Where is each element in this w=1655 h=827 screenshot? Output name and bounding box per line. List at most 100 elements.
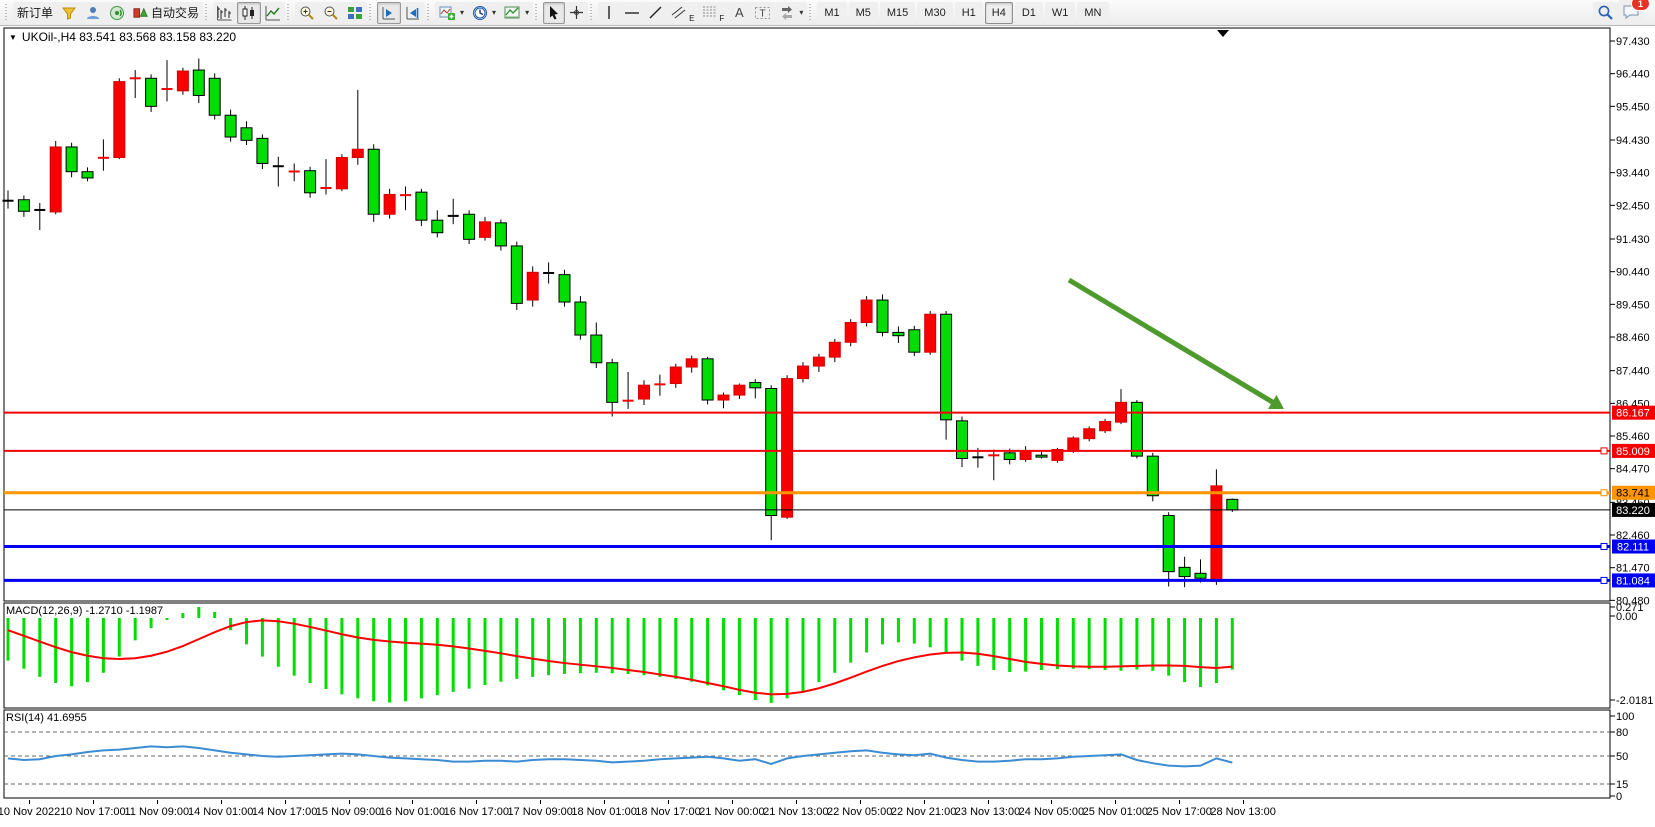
price-tick-label: 89.450	[1616, 299, 1650, 311]
fibonacci-tool[interactable]: F	[698, 2, 728, 24]
price-tick-label: 85.460	[1616, 431, 1650, 443]
time-label: 22 Nov 21:00	[891, 806, 956, 818]
candle-body	[575, 302, 586, 335]
text-tool[interactable]: A	[728, 2, 750, 24]
timeframe-M5[interactable]: M5	[849, 2, 878, 24]
candle-body	[925, 314, 936, 352]
candle-body	[368, 149, 379, 214]
equidistant-channel-tool[interactable]: E	[667, 2, 698, 24]
autotrade-button[interactable]: 自动交易	[129, 2, 203, 24]
shapes-tool[interactable]: ▾	[775, 2, 807, 24]
toolbar-grip	[535, 4, 539, 22]
toolbar-grip	[427, 4, 431, 22]
candle-body	[480, 222, 491, 238]
profile-icon[interactable]	[81, 2, 105, 24]
line-handle[interactable]	[1601, 448, 1607, 454]
new-order-button[interactable]: 新订单	[13, 2, 57, 24]
time-axis[interactable]: 10 Nov 202210 Nov 17:0011 Nov 09:0014 No…	[0, 800, 1655, 827]
line-chart-icon[interactable]	[261, 2, 285, 24]
time-tick	[1243, 800, 1244, 804]
time-tick	[796, 800, 797, 804]
main-panel	[4, 28, 1610, 601]
symbol-dropdown-icon[interactable]: ▼	[9, 33, 17, 42]
time-label: 11 Nov 09:00	[124, 806, 189, 818]
zoom-in-icon[interactable]	[295, 2, 319, 24]
time-label: 14 Nov 17:00	[252, 806, 317, 818]
candle-body	[1163, 516, 1174, 572]
periods-icon[interactable]: ▾	[468, 2, 500, 24]
candle-body	[495, 223, 506, 246]
bar-chart-icon[interactable]	[213, 2, 237, 24]
chevron-down-icon: ▾	[525, 8, 529, 17]
horizontal-line-tool[interactable]	[620, 2, 644, 24]
toolbar: 新订单 自动交易 ▾ ▾	[0, 0, 1655, 26]
rsi-tick-label: 80	[1616, 727, 1628, 739]
candle-body	[750, 383, 761, 388]
time-label: 25 Nov 17:00	[1146, 806, 1211, 818]
zoom-out-icon[interactable]	[319, 2, 343, 24]
line-handle[interactable]	[1601, 490, 1607, 496]
candle-body	[146, 78, 157, 106]
line-handle[interactable]	[1601, 544, 1607, 550]
tile-windows-icon[interactable]	[343, 2, 367, 24]
signals-icon-glyph	[109, 5, 125, 21]
vertical-line-tool[interactable]	[598, 2, 620, 24]
rsi-tick-label: 50	[1616, 751, 1628, 763]
timeframe-M15[interactable]: M15	[880, 2, 915, 24]
timeframe-MN[interactable]: MN	[1077, 2, 1108, 24]
chart-shift-icon[interactable]	[401, 2, 425, 24]
candle-body	[114, 82, 125, 158]
chart-window: 97.43096.44095.45094.43093.44092.45091.4…	[0, 26, 1655, 827]
signals-icon[interactable]	[105, 2, 129, 24]
price-tick-label: 93.440	[1616, 168, 1650, 180]
candle-body	[1227, 499, 1238, 510]
time-tick	[476, 800, 477, 804]
time-tick	[540, 800, 541, 804]
candle-body	[193, 70, 204, 95]
candle-body	[861, 300, 872, 322]
chart-canvas[interactable]: 97.43096.44095.45094.43093.44092.45091.4…	[0, 26, 1655, 827]
timeframe-M30[interactable]: M30	[917, 2, 952, 24]
trendline-tool[interactable]	[644, 2, 667, 24]
time-tick	[860, 800, 861, 804]
notification-badge[interactable]: 1	[1631, 0, 1650, 11]
macd-label: MACD(12,26,9) -1.2710 -1.1987	[6, 605, 163, 617]
timeframe-W1[interactable]: W1	[1045, 2, 1076, 24]
price-tick-label: 87.440	[1616, 366, 1650, 378]
candlestick-chart-icon[interactable]	[237, 2, 261, 24]
line-handle[interactable]	[1601, 577, 1607, 583]
candle-body	[209, 78, 220, 115]
time-label: 10 Nov 2022	[0, 806, 60, 818]
cursor-tool[interactable]	[543, 2, 565, 24]
search-icon[interactable]	[1593, 2, 1618, 24]
price-tick-label: 92.450	[1616, 200, 1650, 212]
chevron-down-icon: ▾	[492, 8, 496, 17]
indicators-icon[interactable]: ▾	[435, 2, 468, 24]
candle-body	[718, 395, 729, 400]
candle-body	[1100, 421, 1111, 430]
crosshair-tool[interactable]	[565, 2, 588, 24]
svg-text:T: T	[760, 8, 766, 19]
candle-body	[798, 366, 809, 379]
time-tick	[924, 800, 925, 804]
candle-body	[1179, 567, 1190, 576]
templates-icon[interactable]: ▾	[500, 2, 533, 24]
time-label: 28 Nov 13:00	[1210, 806, 1275, 818]
market-icon[interactable]	[57, 2, 81, 24]
price-line-label: 85.009	[1616, 446, 1650, 458]
autoscroll-icon[interactable]	[377, 2, 401, 24]
timeframe-H1[interactable]: H1	[955, 2, 983, 24]
channel-letter: E	[689, 14, 694, 23]
price-tick-label: 90.440	[1616, 267, 1650, 279]
time-tick	[1115, 800, 1116, 804]
time-tick	[988, 800, 989, 804]
text-label-tool[interactable]: T	[750, 2, 775, 24]
candle-body	[766, 388, 777, 515]
time-tick	[412, 800, 413, 804]
timeframe-H4[interactable]: H4	[985, 2, 1013, 24]
timeframe-D1[interactable]: D1	[1015, 2, 1043, 24]
candle-body	[225, 115, 236, 137]
market-icon-glyph	[61, 5, 77, 21]
timeframe-M1[interactable]: M1	[817, 2, 846, 24]
toolbar-grip	[590, 4, 594, 22]
